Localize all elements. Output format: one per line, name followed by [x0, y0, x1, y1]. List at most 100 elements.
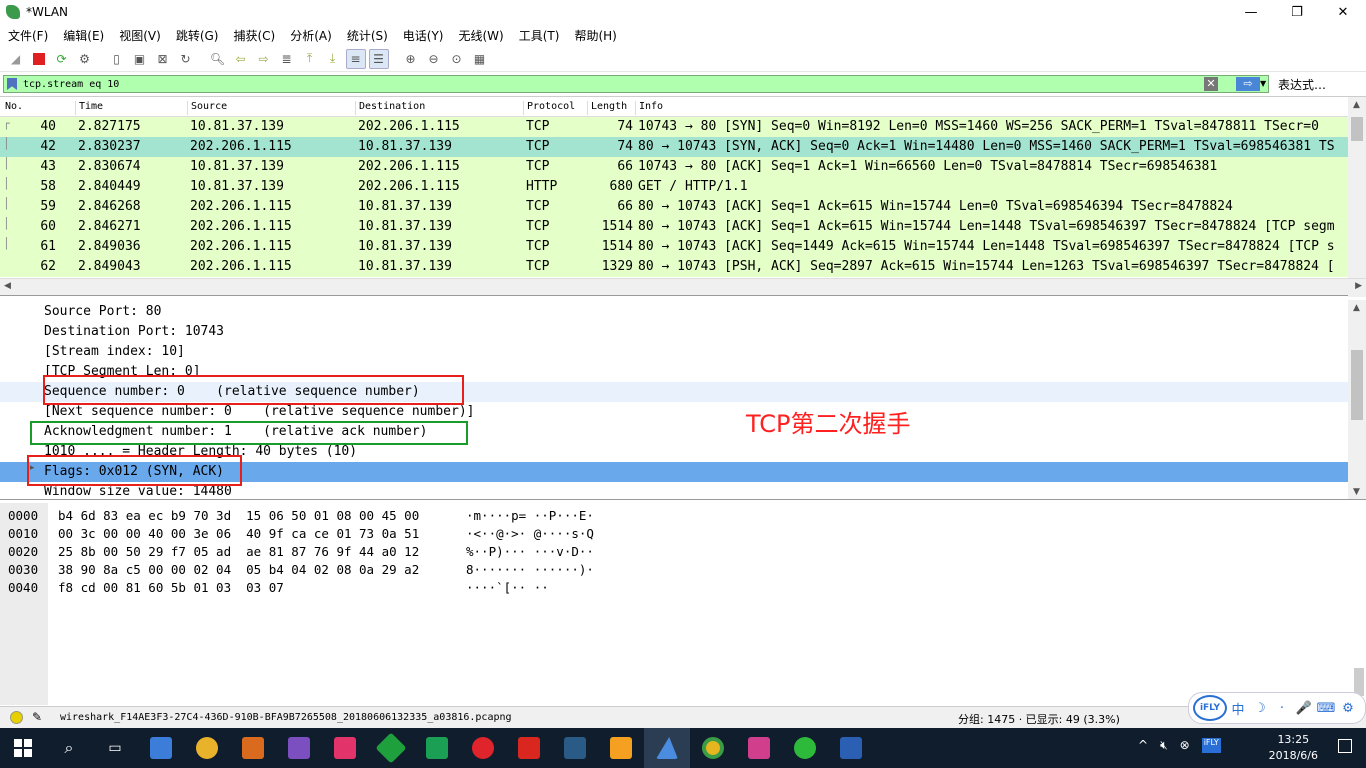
microphone-icon[interactable]: 🎤 — [1293, 701, 1315, 716]
menu-capture[interactable]: 捕获(C) — [225, 27, 282, 44]
packet-row[interactable]: │ 59 2.846268 202.206.1.115 10.81.37.139 TCP 6… — [0, 197, 1348, 217]
detail-row[interactable]: Destination Port: 10743 — [0, 322, 1348, 342]
col-info[interactable]: Info — [635, 101, 663, 115]
packet-row[interactable]: │ 61 2.849036 202.206.1.115 10.81.37.139 TCP 1… — [0, 237, 1348, 257]
chrome-app-icon[interactable] — [690, 728, 736, 768]
menu-go[interactable]: 跳转(G) — [168, 27, 226, 44]
close-file-icon[interactable]: ⊠ — [153, 49, 173, 69]
green-app-icon[interactable] — [368, 728, 414, 768]
save-file-icon[interactable]: ▣ — [130, 49, 150, 69]
clock[interactable]: 13:25 2018/6/6 — [1269, 732, 1318, 764]
ime-chinese-mode[interactable]: 中 — [1227, 699, 1249, 718]
matlab-app-icon[interactable] — [230, 728, 276, 768]
find-packet-icon[interactable]: 🔍︎ — [208, 49, 228, 69]
packet-row[interactable]: 62 2.849043 202.206.1.115 10.81.37.139 TCP 13… — [0, 257, 1348, 277]
go-first-icon[interactable]: ⤒ — [300, 49, 320, 69]
system-tray: ^ 🔇︎ ⊗ iFLY — [1138, 738, 1221, 753]
qq-app-icon[interactable] — [184, 728, 230, 768]
go-back-icon[interactable]: ⇦ — [231, 49, 251, 69]
go-last-icon[interactable]: ⤓ — [323, 49, 343, 69]
apply-filter-icon[interactable]: ⇨ — [1236, 77, 1260, 91]
filter-text[interactable]: tcp.stream eq 10 — [23, 79, 119, 90]
colorize-icon[interactable]: ☰ — [368, 48, 389, 69]
volume-muted-icon[interactable]: 🔇︎ — [1160, 738, 1168, 753]
packet-row[interactable]: │ 43 2.830674 10.81.37.139 202.206.1.115 TCP 6… — [0, 157, 1348, 177]
display-filter-input[interactable]: tcp.stream eq 10 ✕ ⇨ ▼ — [3, 75, 1269, 93]
windows-start-icon[interactable] — [0, 728, 46, 768]
zoom-in-icon[interactable]: ⊕ — [401, 49, 421, 69]
word-app-icon[interactable] — [828, 728, 874, 768]
start-capture-icon[interactable]: ◢ — [6, 49, 26, 69]
go-forward-icon[interactable]: ⇨ — [254, 49, 274, 69]
col-time[interactable]: Time — [75, 101, 103, 115]
detail-row[interactable]: Source Port: 80 — [0, 302, 1348, 322]
restart-capture-icon[interactable]: ⟳ — [52, 49, 72, 69]
go-to-packet-icon[interactable]: ≣ — [277, 49, 297, 69]
search-icon[interactable]: ⌕ — [46, 728, 92, 768]
menu-tools[interactable]: 工具(T) — [511, 27, 567, 44]
packet-list-scrollbar[interactable]: ▲ — [1348, 97, 1366, 297]
menu-file[interactable]: 文件(F) — [0, 27, 55, 44]
menu-view[interactable]: 视图(V) — [111, 27, 168, 44]
packet-length: 1329 — [601, 259, 633, 274]
col-length[interactable]: Length — [587, 101, 627, 115]
clear-filter-icon[interactable]: ✕ — [1204, 77, 1218, 91]
packet-list-hscrollbar[interactable]: ◀ ▶ — [0, 278, 1366, 295]
sublime-app-icon[interactable] — [598, 728, 644, 768]
col-destination[interactable]: Destination — [355, 101, 425, 115]
col-source[interactable]: Source — [187, 101, 227, 115]
bookmark-icon[interactable] — [7, 78, 17, 90]
wechat-app-icon[interactable] — [782, 728, 828, 768]
moon-icon[interactable]: ☽ — [1249, 701, 1271, 716]
detail-row[interactable]: [Next sequence number: 0 (relative seque… — [0, 402, 1348, 422]
col-protocol[interactable]: Protocol — [523, 101, 575, 115]
conversation-marker: ┌ — [3, 117, 10, 130]
explorer-app-icon[interactable] — [138, 728, 184, 768]
netease-music-app-icon[interactable] — [460, 728, 506, 768]
maximize-button[interactable]: ❐ — [1274, 0, 1320, 24]
punctuation-icon[interactable]: · — [1271, 701, 1293, 716]
expert-info-icon[interactable] — [10, 711, 23, 724]
close-button[interactable]: ✕ — [1320, 0, 1366, 24]
expression-button[interactable]: 表达式… — [1278, 76, 1326, 93]
packet-row[interactable]: ┌ 40 2.827175 10.81.37.139 202.206.1.115 TCP 7… — [0, 117, 1348, 137]
menu-statistics[interactable]: 统计(S) — [339, 27, 395, 44]
packet-row[interactable]: │ 58 2.840449 10.81.37.139 202.206.1.115 HTTP… — [0, 177, 1348, 197]
menu-edit[interactable]: 编辑(E) — [55, 27, 111, 44]
intellij-app-icon[interactable] — [322, 728, 368, 768]
zoom-out-icon[interactable]: ⊖ — [424, 49, 444, 69]
pycharm-app-icon[interactable] — [414, 728, 460, 768]
menu-analyze[interactable]: 分析(A) — [282, 27, 339, 44]
notification-icon[interactable] — [1338, 739, 1352, 753]
open-file-icon[interactable]: ▯ — [107, 49, 127, 69]
minimize-button[interactable]: — — [1228, 0, 1274, 24]
detail-row[interactable]: [Stream index: 10] — [0, 342, 1348, 362]
packet-row[interactable]: │ 42 2.830237 202.206.1.115 10.81.37.139 TCP 7… — [0, 137, 1348, 157]
sql-app-icon[interactable] — [552, 728, 598, 768]
filter-dropdown-icon[interactable]: ▼ — [1260, 77, 1268, 91]
reload-file-icon[interactable]: ↻ — [176, 49, 196, 69]
network-disconnected-icon[interactable]: ⊗ — [1180, 738, 1190, 753]
colorful-app-icon[interactable] — [736, 728, 782, 768]
stop-capture-icon[interactable] — [29, 49, 49, 69]
settings-gear-icon[interactable]: ⚙ — [1337, 701, 1359, 716]
menu-telephony[interactable]: 电话(Y) — [395, 27, 451, 44]
task-view-icon[interactable]: ▭ — [92, 728, 138, 768]
capture-comment-icon[interactable]: ✎ — [32, 710, 42, 724]
menu-help[interactable]: 帮助(H) — [566, 27, 623, 44]
menu-wireless[interactable]: 无线(W) — [451, 27, 511, 44]
visual-studio-app-icon[interactable] — [276, 728, 322, 768]
zoom-reset-icon[interactable]: ⊙ — [447, 49, 467, 69]
wireshark-app-icon[interactable] — [644, 728, 690, 768]
capture-options-icon[interactable]: ⚙ — [75, 49, 95, 69]
autoscroll-icon[interactable]: ≡ — [345, 48, 366, 69]
youdao-app-icon[interactable] — [506, 728, 552, 768]
ifly-logo-icon[interactable]: iFLY — [1193, 695, 1227, 721]
resize-columns-icon[interactable]: ▦ — [470, 49, 490, 69]
keyboard-icon[interactable]: ⌨ — [1315, 701, 1337, 716]
tray-chevron-icon[interactable]: ^ — [1138, 738, 1148, 753]
packet-row[interactable]: │ 60 2.846271 202.206.1.115 10.81.37.139 TCP 1… — [0, 217, 1348, 237]
ifly-tray-icon[interactable]: iFLY — [1201, 738, 1221, 753]
col-no[interactable]: No. — [2, 101, 23, 115]
packet-details-scrollbar[interactable]: ▲ ▼ — [1348, 300, 1366, 499]
